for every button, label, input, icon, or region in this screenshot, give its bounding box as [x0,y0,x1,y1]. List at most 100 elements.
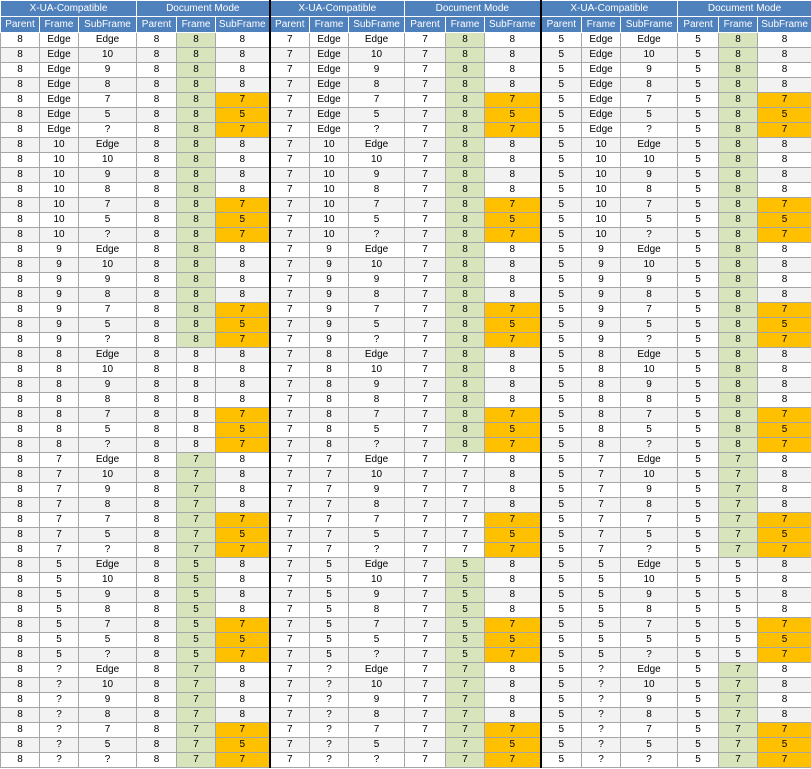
table-cell: 8 [215,677,271,693]
table-cell: 5 [539,107,583,123]
table-cell: 5 [677,302,720,318]
table-cell: 8 [176,122,217,138]
table-cell: ? [39,752,79,768]
table-cell: 9 [39,317,79,333]
table-cell: 8 [445,242,486,258]
table-cell: Edge [620,557,679,573]
table-row: 8 Edge? 8 8 7 7 Edge? 7 8 7 5 Edge? 5 8 7 [0,122,811,138]
table-cell: ? [620,752,679,768]
group-header-document-mode: Document Mode [136,0,271,17]
table-cell: 5 [176,647,217,663]
table-cell: 8 [484,482,542,498]
table-row: 858858758758558558 [0,602,811,618]
table-cell: 7 [268,347,311,363]
table-cell: 9 [620,692,679,708]
table-cell: 7 [268,212,311,228]
table-cell: 9 [39,257,79,273]
table-cell: 8 [176,32,217,48]
table-cell: 8 [445,107,486,123]
table-cell: 5 [539,467,583,483]
table-cell: 8 [136,167,178,183]
column-header-subframe: SubFrame [215,16,271,33]
group-header-row: X-UA-Compatible Document Mode X-UA-Compati… [0,0,811,17]
table-row: 8 8 10 8 8 8 7 8 10 7 8 8 5 8 10 5 8 8 [0,362,811,378]
table-cell: ? [77,227,138,243]
table-cell: 8 [445,347,486,363]
table-row: 8 10 7 8 8 7 7 10 7 7 8 7 5 10 7 5 8 7 [0,197,811,213]
table-cell: 7 [404,467,447,483]
table-cell: 7 [581,542,622,558]
table-cell: 7 [404,122,447,138]
table-cell: 5 [677,47,720,63]
table-cell: 7 [404,362,447,378]
table-cell: 8 [176,272,217,288]
table-cell: 8 [176,212,217,228]
table-cell: 7 [445,512,486,528]
table-cell: 5 [539,617,583,633]
table-cell: 9 [348,272,406,288]
table-cell: 8 [136,377,178,393]
table-cell: Edge [39,32,79,48]
table-cell: 8 [309,377,350,393]
table-cell: 5 [677,692,720,708]
table-cell: 7 [404,32,447,48]
table-cell: 8 [136,557,178,573]
table-cell: 8 [176,62,217,78]
table-cell: 8 [309,362,350,378]
table-cell: 8 [176,137,217,153]
table-cell: 9 [77,587,138,603]
table-row: 8? 8 8 7 8 7? 8 7 7 8 5? 8 5 7 8 [0,707,811,723]
table-cell: 5 [215,527,271,543]
group-header-x-ua-compatible: X-UA-Compatible [539,0,679,17]
table-cell: 8 [718,32,759,48]
table-cell: 8 [77,287,138,303]
table-cell: 9 [620,62,679,78]
table-cell: 5 [39,572,79,588]
table-cell: 8 [136,122,178,138]
table-cell: 8 [176,347,217,363]
table-cell: ? [39,707,79,723]
table-row: 878878778778578578 [0,497,811,513]
table-cell: 8 [136,212,178,228]
table-cell: Edge [581,77,622,93]
table-cell: 7 [757,227,811,243]
table-cell: 8 [136,257,178,273]
table-cell: 8 [0,92,40,108]
table-cell: 10 [581,152,622,168]
table-cell: 8 [757,257,811,273]
table-cell: 5 [484,737,542,753]
table-cell: 8 [136,242,178,258]
table-cell: 5 [215,107,271,123]
table-cell: 7 [77,407,138,423]
table-cell: 8 [136,662,178,678]
table-cell: 9 [309,317,350,333]
table-cell: 8 [484,362,542,378]
table-cell: Edge [581,92,622,108]
table-cell: 7 [757,407,811,423]
table-cell: 5 [581,617,622,633]
table-cell: 7 [176,752,217,768]
table-cell: 5 [539,212,583,228]
table-cell: 7 [268,677,311,693]
table-cell: 5 [539,587,583,603]
table-cell: 7 [404,647,447,663]
table-cell: 8 [176,242,217,258]
table-cell: 8 [484,692,542,708]
table-cell: 9 [39,272,79,288]
table-cell: 7 [404,182,447,198]
table-cell: 8 [0,137,40,153]
table-cell: ? [581,752,622,768]
table-cell: 7 [581,482,622,498]
table-cell: 7 [404,47,447,63]
compatibility-table: X-UA-Compatible Document Mode X-UA-Compati… [0,0,811,768]
table-cell: 5 [677,677,720,693]
table-cell: 7 [718,497,759,513]
table-cell: 8 [718,122,759,138]
table-cell: 5 [484,212,542,228]
table-cell: 9 [581,287,622,303]
table-cell: 8 [484,242,542,258]
table-cell: 5 [176,602,217,618]
table-cell: 8 [445,77,486,93]
table-cell: 8 [136,47,178,63]
table-cell: 10 [348,467,406,483]
